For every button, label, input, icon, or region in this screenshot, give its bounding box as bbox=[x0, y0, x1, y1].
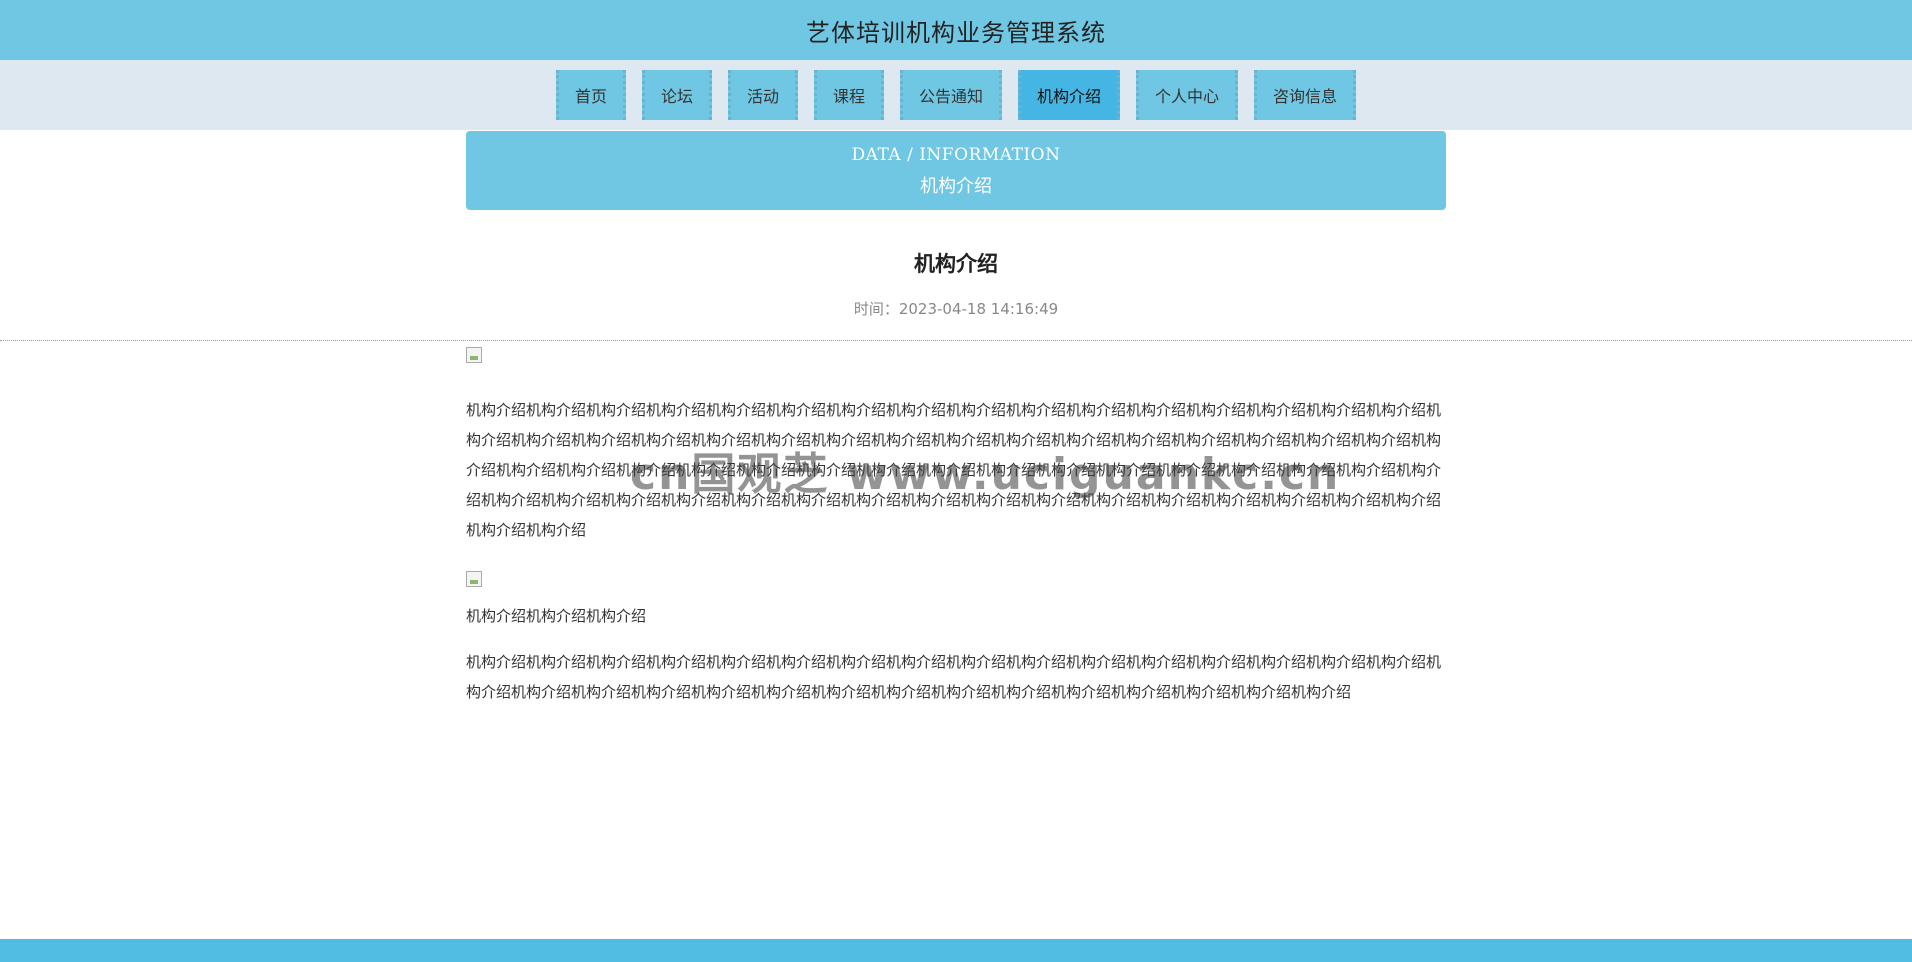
broken-image-icon bbox=[466, 571, 482, 587]
nav-item-activity[interactable]: 活动 bbox=[727, 70, 798, 120]
top-header: 艺体培训机构业务管理系统 bbox=[0, 0, 1912, 60]
article-paragraph: 机构介绍机构介绍机构介绍机构介绍机构介绍机构介绍机构介绍机构介绍机构介绍机构介绍… bbox=[466, 653, 1442, 701]
nav-item-profile[interactable]: 个人中心 bbox=[1136, 70, 1239, 120]
nav-item-home[interactable]: 首页 bbox=[555, 70, 626, 120]
article-paragraph: 机构介绍机构介绍机构介绍 bbox=[466, 607, 647, 625]
nav-item-notice[interactable]: 公告通知 bbox=[900, 70, 1003, 120]
article-title: 机构介绍 bbox=[914, 252, 998, 276]
article-time: 时间：2023-04-18 14:16:49 bbox=[853, 300, 1059, 318]
article-paragraph: 机构介绍机构介绍机构介绍机构介绍机构介绍机构介绍机构介绍机构介绍机构介绍机构介绍… bbox=[466, 401, 1442, 539]
section-banner: DATA / INFORMATION 机构介绍 bbox=[466, 131, 1446, 210]
main-nav: 首页 论坛 活动 课程 公告通知 机构介绍 个人中心 咨询信息 bbox=[0, 60, 1912, 130]
banner-chinese-title: 机构介绍 bbox=[920, 176, 992, 197]
nav-item-consult[interactable]: 咨询信息 bbox=[1254, 70, 1357, 120]
nav-item-forum[interactable]: 论坛 bbox=[641, 70, 712, 120]
footer-bar bbox=[0, 939, 1912, 962]
nav-item-about[interactable]: 机构介绍 bbox=[1018, 70, 1121, 120]
article-content: 机构介绍机构介绍机构介绍机构介绍机构介绍机构介绍机构介绍机构介绍机构介绍机构介绍… bbox=[466, 347, 1442, 707]
system-title: 艺体培训机构业务管理系统 bbox=[806, 18, 1106, 47]
banner-english-title: DATA / INFORMATION bbox=[851, 145, 1061, 165]
broken-image-icon bbox=[466, 347, 482, 363]
divider bbox=[0, 340, 1912, 341]
nav-item-course[interactable]: 课程 bbox=[813, 70, 884, 120]
